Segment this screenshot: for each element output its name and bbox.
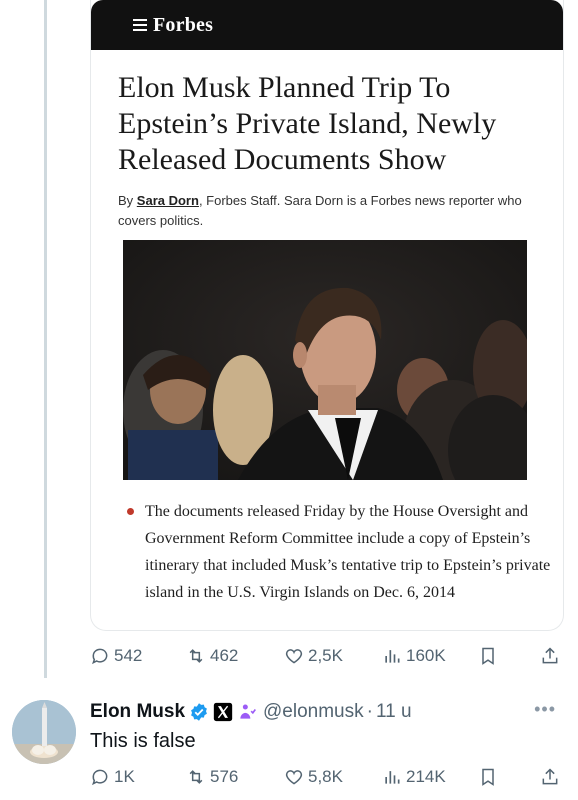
reply-button[interactable]: 542 [90,644,142,668]
avatar-rocket-image [12,700,76,764]
bookmark-button[interactable] [478,644,502,668]
byline: By Sara Dorn, Forbes Staff. Sara Dorn is… [118,191,523,231]
share-button[interactable] [540,644,564,668]
bookmark-icon [482,768,494,786]
repost-icon [189,649,203,663]
repost-count: 462 [210,646,239,665]
share-icon [542,647,558,664]
display-name[interactable]: Elon Musk [90,701,185,723]
like-button[interactable]: 2,5K [284,644,343,668]
views-icon [385,650,400,663]
reply-button[interactable]: 1K [90,765,135,789]
reply-icon [92,648,108,665]
bullet-dot [127,508,134,515]
thread-line [44,0,47,678]
share-button[interactable] [540,765,564,789]
more-options-icon[interactable]: ••• [534,699,556,720]
dot-separator: · [366,701,373,722]
accessibility-badge-icon [240,704,257,719]
handle[interactable]: @elonmusk [263,701,364,723]
article-headline: Elon Musk Planned Trip To Epstein’s Priv… [118,71,497,176]
like-button[interactable]: 5,8K [284,765,343,789]
repost-button[interactable]: 462 [186,644,238,668]
like-count: 2,5K [308,646,343,665]
reply-count: 1K [114,767,135,786]
views-icon [385,771,400,784]
photo-illustration [123,240,527,480]
bookmark-icon [482,647,494,665]
forbes-header: Forbes [91,0,563,50]
x-affiliate-icon[interactable] [213,702,233,722]
article-card[interactable]: Forbes Elon Musk Planned Trip To Epstein… [90,0,564,631]
like-count: 5,8K [308,767,343,786]
like-icon [285,649,303,664]
avatar[interactable] [12,700,76,764]
repost-button[interactable]: 576 [186,765,238,789]
reply-text: This is false [90,730,196,752]
share-icon [542,768,558,785]
forbes-logo: Forbes [153,13,214,36]
reply-action-bar: 1K 576 5,8K 214K [90,765,562,789]
views-count: 214K [406,767,446,786]
article-photo [123,240,527,480]
bookmark-button[interactable] [478,765,502,789]
views-button[interactable]: 214K [382,765,446,789]
repost-count: 576 [210,767,239,786]
reply-count: 542 [114,646,143,665]
like-icon [285,770,303,785]
verified-badge-icon[interactable] [189,702,209,722]
repost-icon [189,770,203,784]
reply-icon [92,769,108,786]
reply-header: Elon Musk @elonmusk · 11 u ••• [90,699,568,725]
timestamp[interactable]: 11 u [376,701,412,723]
bullet-text: The documents released Friday by the Hou… [145,503,551,601]
views-button[interactable]: 160K [382,644,446,668]
byline-prefix: By [118,193,137,208]
views-count: 160K [406,646,446,665]
menu-icon [133,16,147,34]
author-link[interactable]: Sara Dorn [137,193,199,208]
article-bullet: The documents released Friday by the Hou… [121,498,555,606]
post-action-bar: 542 462 2,5K 160K [90,644,562,668]
